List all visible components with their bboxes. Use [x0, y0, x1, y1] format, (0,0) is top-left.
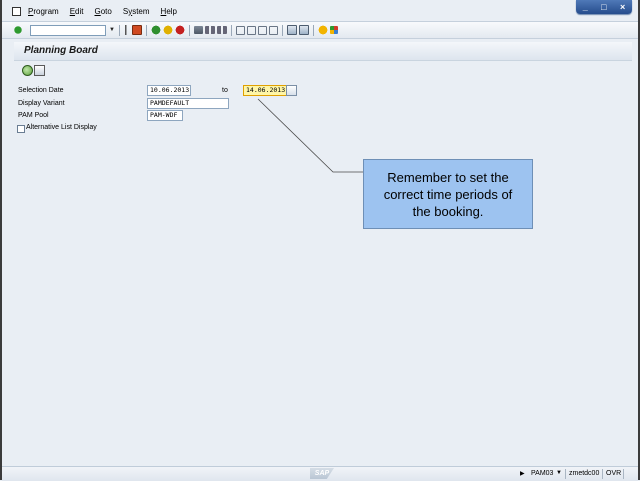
status-server: zmetdc00 [569, 470, 600, 477]
status-separator [565, 469, 566, 479]
callout-text: Remember to set the correct time periods… [383, 169, 513, 219]
callout-pointer-line [257, 98, 363, 173]
status-separator [602, 469, 603, 479]
tutorial-callout: Remember to set the correct time periods… [363, 159, 533, 229]
status-transaction: PAM03 [531, 470, 554, 477]
status-dropdown-icon[interactable]: ▼ [556, 470, 562, 476]
sap-logo: SAP [310, 468, 334, 479]
status-expand-icon[interactable]: ▶ [520, 470, 525, 477]
status-separator [623, 469, 624, 479]
status-bar: SAP ▶ PAM03 ▼ zmetdc00 OVR [2, 466, 638, 481]
status-mode: OVR [606, 470, 622, 477]
